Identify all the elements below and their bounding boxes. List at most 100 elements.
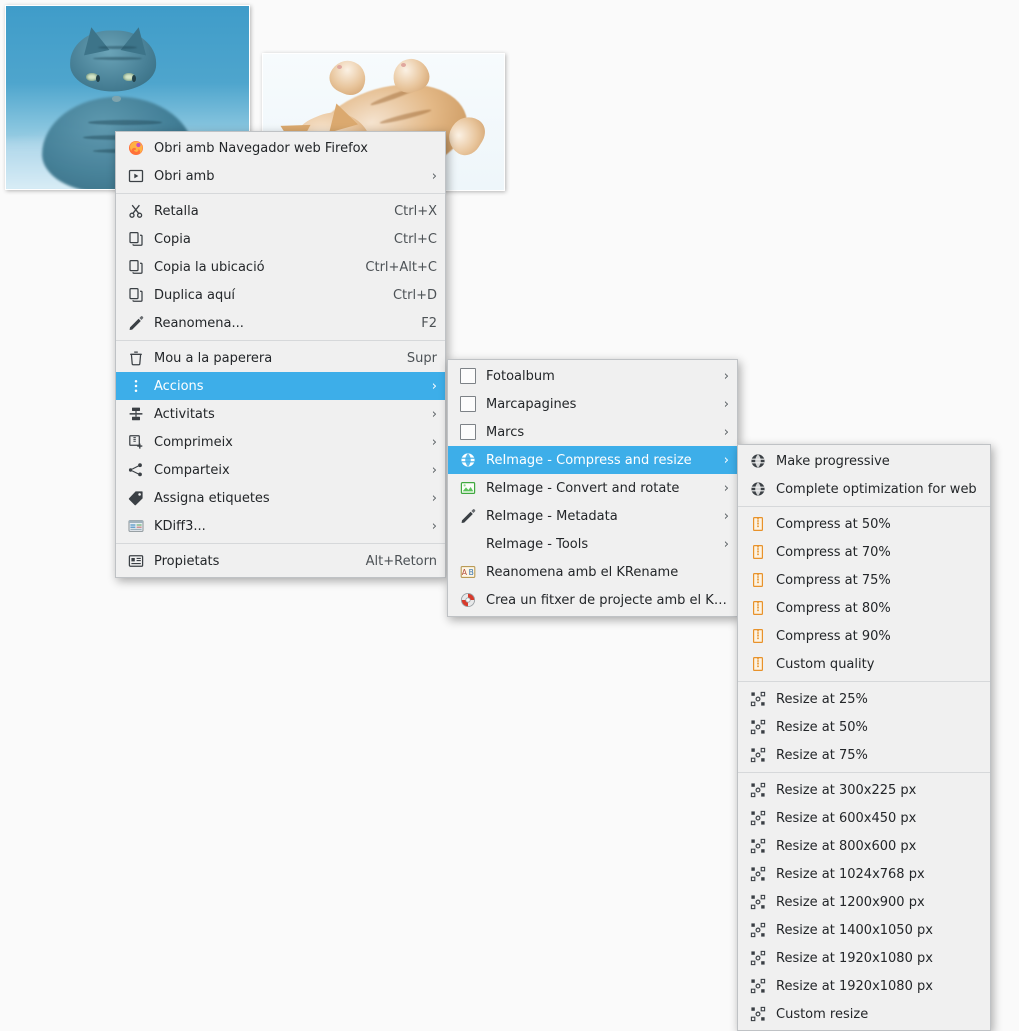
menu-item-resize-at-1024x768-px[interactable]: Resize at 1024x768 px [738, 860, 990, 888]
menu-item-kdiff3[interactable]: KDiff3... › [116, 512, 445, 540]
menu-item-marcapagines[interactable]: Marcapagines › [448, 390, 737, 418]
submenu-arrow-icon: › [723, 536, 729, 552]
menu-item-label: Assigna etiquetes [154, 490, 270, 506]
menu-item-copia[interactable]: Copia Ctrl+C [116, 225, 445, 253]
menu-item-reimage-metadata[interactable]: ReImage - Metadata › [448, 502, 737, 530]
menu-item-label: Duplica aquí [154, 287, 236, 303]
menu-item-reimage-tools[interactable]: ReImage - Tools › [448, 530, 737, 558]
menu-item-resize-at-75[interactable]: Resize at 75% [738, 741, 990, 769]
desktop-background: Obri amb Navegador web Firefox Obri amb › R… [0, 0, 1019, 1031]
menu-item-compress-at-70[interactable]: Compress at 70% [738, 538, 990, 566]
menu-item-obri-amb[interactable]: Obri amb › [116, 162, 445, 190]
reimage-compress-resize-submenu[interactable]: Make progressive Complete optimization fo… [737, 444, 991, 1031]
file-context-menu[interactable]: Obri amb Navegador web Firefox Obri amb › R… [115, 131, 446, 578]
menu-item-reanomena-amb-el-krename[interactable]: A B Reanomena amb el KRename [448, 558, 737, 586]
menu-item-label: Copia la ubicació [154, 259, 265, 275]
menu-item-reanomena[interactable]: Reanomena... F2 [116, 309, 445, 337]
menu-item-label: Propietats [154, 553, 220, 569]
menu-item-label: Resize at 50% [776, 719, 868, 735]
menu-item-reimage-compress-and-resize[interactable]: ReImage - Compress and resize › [448, 446, 737, 474]
submenu-arrow-icon: › [723, 396, 729, 412]
resize-icon [747, 922, 769, 938]
menu-item-label: Obri amb Navegador web Firefox [154, 140, 368, 156]
menu-item-comprimeix[interactable]: Comprimeix › [116, 428, 445, 456]
menu-item-label: Reanomena amb el KRename [486, 564, 679, 580]
menu-item-resize-at-800x600-px[interactable]: Resize at 800x600 px [738, 832, 990, 860]
menu-item-retalla[interactable]: Retalla Ctrl+X [116, 197, 445, 225]
resize-icon [747, 894, 769, 910]
globe-icon [747, 453, 769, 469]
menu-item-label: Obri amb [154, 168, 215, 184]
menu-item-custom-resize[interactable]: Custom resize [738, 1000, 990, 1028]
compress-icon [747, 544, 769, 560]
submenu-arrow-icon: › [723, 368, 729, 384]
menu-item-label: Mou a la paperera [154, 350, 273, 366]
menu-item-activitats[interactable]: Activitats › [116, 400, 445, 428]
menu-item-shortcut: Ctrl+Alt+C [365, 259, 437, 275]
resize-icon [747, 866, 769, 882]
menu-item-shortcut: Ctrl+C [393, 231, 437, 247]
compress-icon [747, 600, 769, 616]
menu-item-propietats[interactable]: Propietats Alt+Retorn [116, 547, 445, 575]
menu-item-label: Copia [154, 231, 191, 247]
menu-item-resize-at-1400x1050-px[interactable]: Resize at 1400x1050 px [738, 916, 990, 944]
menu-item-shortcut: Alt+Retorn [365, 553, 437, 569]
menu-item-shortcut: Supr [406, 350, 437, 366]
menu-item-label: ReImage - Metadata [486, 508, 618, 524]
menu-item-label: Marcapagines [486, 396, 577, 412]
submenu-arrow-icon: › [723, 452, 729, 468]
menu-item-label: Complete optimization for web [776, 481, 977, 497]
svg-text:B: B [469, 568, 474, 577]
rename-pencil-icon [125, 315, 147, 331]
activities-icon [125, 406, 147, 422]
compress-icon [747, 516, 769, 532]
menu-item-reimage-convert-and-rotate[interactable]: ReImage - Convert and rotate › [448, 474, 737, 502]
checkbox-icon [457, 396, 479, 412]
menu-item-compress-at-80[interactable]: Compress at 80% [738, 594, 990, 622]
menu-item-comparteix[interactable]: Comparteix › [116, 456, 445, 484]
menu-item-resize-at-300x225-px[interactable]: Resize at 300x225 px [738, 776, 990, 804]
menu-item-custom-quality[interactable]: Custom quality [738, 650, 990, 678]
archive-add-icon [125, 434, 147, 450]
menu-item-resize-at-1920x1080-px[interactable]: Resize at 1920x1080 px [738, 944, 990, 972]
menu-item-label: Compress at 80% [776, 600, 891, 616]
menu-item-compress-at-50[interactable]: Compress at 50% [738, 510, 990, 538]
menu-item-compress-at-75[interactable]: Compress at 75% [738, 566, 990, 594]
copy-icon [125, 231, 147, 247]
menu-item-label: Resize at 1024x768 px [776, 866, 925, 882]
menu-item-resize-at-1920x1080-px[interactable]: Resize at 1920x1080 px [738, 972, 990, 1000]
menu-item-label: Make progressive [776, 453, 890, 469]
menu-item-make-progressive[interactable]: Make progressive [738, 447, 990, 475]
copy-icon [125, 287, 147, 303]
menu-item-obri-amb-navegador-web-firefox[interactable]: Obri amb Navegador web Firefox [116, 134, 445, 162]
compress-icon [747, 572, 769, 588]
cut-icon [125, 203, 147, 219]
resize-icon [747, 978, 769, 994]
menu-item-label: KDiff3... [154, 518, 206, 534]
menu-item-duplica-aqu[interactable]: Duplica aquí Ctrl+D [116, 281, 445, 309]
menu-item-marcs[interactable]: Marcs › [448, 418, 737, 446]
submenu-arrow-icon: › [723, 508, 729, 524]
menu-item-complete-optimization-for-web[interactable]: Complete optimization for web [738, 475, 990, 503]
menu-item-shortcut: Ctrl+X [394, 203, 437, 219]
menu-item-accions[interactable]: Accions › [116, 372, 445, 400]
accions-submenu[interactable]: Fotoalbum › Marcapagines › Marcs › ReImage - C… [447, 359, 738, 617]
menu-item-resize-at-50[interactable]: Resize at 50% [738, 713, 990, 741]
menu-item-assigna-etiquetes[interactable]: Assigna etiquetes › [116, 484, 445, 512]
menu-item-compress-at-90[interactable]: Compress at 90% [738, 622, 990, 650]
svg-text:A: A [462, 568, 468, 577]
menu-item-resize-at-600x450-px[interactable]: Resize at 600x450 px [738, 804, 990, 832]
menu-item-crea-un-fitxer-de-projecte-amb-el-k3b[interactable]: Crea un fitxer de projecte amb el K3b [448, 586, 737, 614]
menu-item-copia-la-ubicaci[interactable]: Copia la ubicació Ctrl+Alt+C [116, 253, 445, 281]
globe-icon [457, 452, 479, 468]
menu-item-mou-a-la-paperera[interactable]: Mou a la paperera Supr [116, 344, 445, 372]
share-icon [125, 462, 147, 478]
menu-item-resize-at-1200x900-px[interactable]: Resize at 1200x900 px [738, 888, 990, 916]
menu-item-resize-at-25[interactable]: Resize at 25% [738, 685, 990, 713]
menu-item-fotoalbum[interactable]: Fotoalbum › [448, 362, 737, 390]
copy-icon [125, 259, 147, 275]
menu-item-label: Resize at 1400x1050 px [776, 922, 933, 938]
menu-item-label: Custom resize [776, 1006, 869, 1022]
resize-icon [747, 747, 769, 763]
menu-item-label: Activitats [154, 406, 215, 422]
